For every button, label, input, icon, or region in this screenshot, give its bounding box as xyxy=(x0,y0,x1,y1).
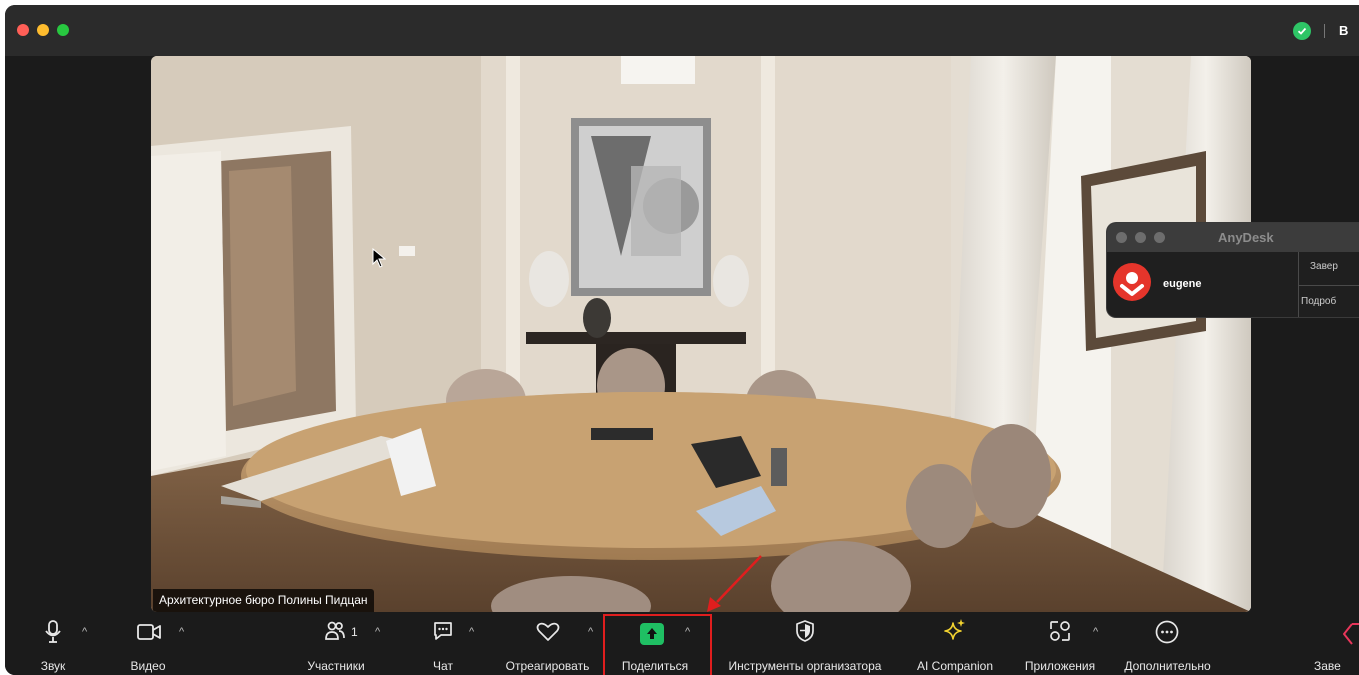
audio-button[interactable]: Звук xyxy=(23,612,83,675)
participants-icon xyxy=(325,621,345,640)
titlebar-separator xyxy=(1324,24,1325,38)
more-icon xyxy=(1155,620,1179,644)
anydesk-end-session-button[interactable]: Завер xyxy=(1310,261,1338,272)
anydesk-divider xyxy=(1298,285,1359,286)
meeting-toolbar: Звук ^ Видео ^ 1 Участники ^ Чат ^ Отреа… xyxy=(5,612,1359,675)
video-button[interactable]: Видео xyxy=(118,612,178,675)
anydesk-maximize-button[interactable] xyxy=(1154,232,1165,243)
participant-video[interactable]: Архитектурное бюро Полины Пидцан xyxy=(151,56,1251,612)
camera-icon xyxy=(137,624,161,640)
mouse-cursor-icon xyxy=(372,248,386,268)
encryption-shield-icon[interactable] xyxy=(1293,22,1311,40)
chat-icon xyxy=(434,622,452,640)
participants-label: Участники xyxy=(307,659,365,673)
microphone-icon xyxy=(45,620,61,643)
end-meeting-icon xyxy=(1343,623,1359,645)
react-options-caret[interactable]: ^ xyxy=(588,626,593,638)
minimize-window-button[interactable] xyxy=(37,24,49,36)
anydesk-avatar-icon xyxy=(1113,263,1151,301)
end-meeting-label: Заве xyxy=(1314,659,1341,673)
chat-options-caret[interactable]: ^ xyxy=(469,626,474,638)
zoom-window: B Архитектурное бюро Полины Пидцан AnyDe… xyxy=(5,5,1359,675)
participants-options-caret[interactable]: ^ xyxy=(375,626,380,638)
share-highlight-box xyxy=(603,614,712,675)
anydesk-panel: AnyDesk eugene Завер Подроб xyxy=(1106,222,1359,318)
chat-label: Чат xyxy=(433,659,453,673)
close-window-button[interactable] xyxy=(17,24,29,36)
video-label: Видео xyxy=(130,659,166,673)
apps-options-caret[interactable]: ^ xyxy=(1093,626,1098,638)
more-label: Дополнительно xyxy=(1124,659,1211,673)
shield-icon xyxy=(796,620,814,642)
react-label: Отреагировать xyxy=(505,659,590,673)
participant-name-label: Архитектурное бюро Полины Пидцан xyxy=(153,589,374,612)
host-tools-label: Инструменты организатора xyxy=(728,659,882,673)
ai-companion-label: AI Companion xyxy=(916,659,994,673)
anydesk-details-button[interactable]: Подроб xyxy=(1301,296,1336,307)
participants-count: 1 xyxy=(351,625,358,639)
host-tools-button[interactable]: Инструменты организатора xyxy=(715,612,895,675)
apps-icon xyxy=(1050,621,1070,641)
video-options-caret[interactable]: ^ xyxy=(179,626,184,638)
anydesk-user-name: eugene xyxy=(1163,278,1202,290)
audio-options-caret[interactable]: ^ xyxy=(82,626,87,638)
chat-button[interactable]: Чат xyxy=(423,612,463,675)
apps-label: Приложения xyxy=(1024,659,1096,673)
anydesk-minimize-button[interactable] xyxy=(1135,232,1146,243)
end-meeting-button[interactable]: Заве xyxy=(1310,612,1359,675)
apps-button[interactable]: Приложения xyxy=(1015,612,1105,675)
audio-label: Звук xyxy=(40,659,66,673)
room-video-frame xyxy=(151,56,1251,612)
anydesk-title-bar: AnyDesk xyxy=(1107,223,1359,252)
titlebar-right-text[interactable]: B xyxy=(1339,23,1348,38)
title-bar: B xyxy=(5,5,1359,56)
more-button[interactable]: Дополнительно xyxy=(1120,612,1215,675)
anydesk-title: AnyDesk xyxy=(1218,230,1274,245)
react-button[interactable]: Отреагировать xyxy=(500,612,595,675)
heart-icon xyxy=(536,622,560,641)
sparkle-icon xyxy=(944,619,965,640)
maximize-window-button[interactable] xyxy=(57,24,69,36)
ai-companion-button[interactable]: AI Companion xyxy=(910,612,1000,675)
participants-button[interactable]: 1 Участники xyxy=(301,612,371,675)
anydesk-close-button[interactable] xyxy=(1116,232,1127,243)
